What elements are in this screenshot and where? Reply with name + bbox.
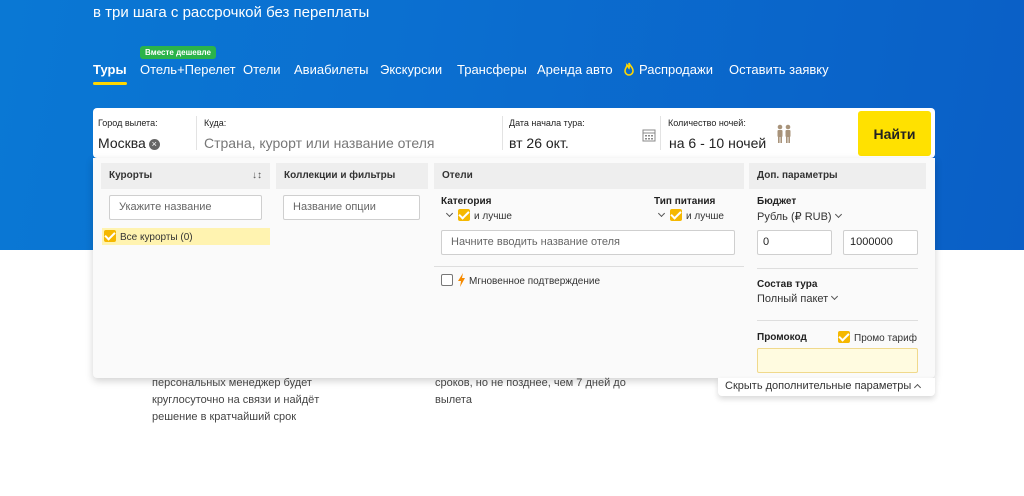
lightning-icon	[458, 273, 465, 287]
divider	[434, 266, 744, 267]
filters-panel: Курорты ↓↕ Укажите название Все курорты …	[93, 158, 935, 378]
tour-composition-label: Состав тура	[757, 279, 818, 290]
hide-extra-params-button[interactable]: Скрыть дополнительные параметры	[718, 378, 935, 396]
feature-text-right: сроков, но не позднее, чем 7 дней до выл…	[435, 375, 626, 409]
tab-sales[interactable]: Распродажи	[623, 62, 713, 77]
collections-header: Коллекции и фильтры	[276, 163, 428, 189]
feature-text-left: персональных менеджер будет круглосуточн…	[152, 375, 319, 426]
checkbox-checked-icon[interactable]	[838, 331, 850, 343]
hotel-name-input[interactable]: Начните вводить название отеля	[441, 230, 735, 255]
chevron-down-icon	[657, 209, 666, 218]
text-line: вылета	[435, 394, 472, 406]
category-selector[interactable]: и лучше	[445, 209, 512, 222]
resorts-header: Курорты ↓↕	[101, 163, 270, 189]
resorts-title: Курорты	[109, 170, 153, 181]
currency-selector[interactable]: Рубль (₽ RUB)	[757, 210, 842, 223]
tab-transfers[interactable]: Трансферы	[457, 62, 527, 77]
divider	[502, 116, 503, 150]
departure-city-value: Москва ×	[98, 135, 160, 151]
tab-car-rental[interactable]: Аренда авто	[537, 62, 613, 77]
travelers-icon[interactable]	[775, 124, 793, 144]
start-date-label: Дата начала тура:	[509, 118, 585, 128]
nights-field[interactable]: Количество ночей: на 6 - 10 ночей	[663, 108, 843, 158]
departure-city-label: Город вылета:	[98, 118, 158, 128]
chevron-up-icon	[914, 383, 922, 392]
destination-input[interactable]: Страна, курорт или название отеля	[204, 135, 434, 151]
chevron-down-icon	[834, 210, 842, 219]
instant-confirmation-label: Мгновенное подтверждение	[469, 276, 601, 287]
text-line: сроков, но не позднее, чем 7 дней до	[435, 377, 626, 389]
promo-code-label: Промокод	[757, 332, 807, 343]
text-line: решение в кратчайший срок	[152, 411, 297, 423]
departure-city-text: Москва	[98, 135, 146, 151]
hero-tagline: в три шага с рассрочкой без переплаты	[93, 4, 370, 21]
tab-leave-request[interactable]: Оставить заявку	[729, 62, 829, 77]
tab-hotels[interactable]: Отели	[243, 62, 281, 77]
together-cheaper-badge: Вместе дешевле	[140, 46, 216, 59]
divider	[757, 268, 918, 269]
text-line: круглосуточно на связи и найдёт	[152, 394, 320, 406]
budget-label: Бюджет	[757, 196, 797, 207]
departure-city-field[interactable]: Город вылета: Москва ×	[93, 108, 193, 158]
all-resorts-option: Все курорты (0)	[104, 230, 193, 243]
category-label: Категория	[441, 196, 492, 207]
checkbox-empty-icon[interactable]	[441, 274, 453, 286]
instant-confirmation-option[interactable]: Мгновенное подтверждение	[441, 273, 600, 287]
text-line: персональных менеджер будет	[152, 377, 312, 389]
hotels-header: Отели	[434, 163, 744, 189]
nights-value: на 6 - 10 ночей	[669, 135, 767, 151]
promo-code-input[interactable]	[757, 348, 918, 373]
option-search-input[interactable]: Название опции	[283, 195, 420, 220]
calendar-icon	[642, 129, 656, 142]
nights-label: Количество ночей:	[668, 118, 746, 128]
tour-composition-selector[interactable]: Полный пакет	[757, 292, 839, 305]
destination-label: Куда:	[204, 118, 227, 128]
budget-min-input[interactable]: 0	[757, 230, 832, 255]
extra-params-header: Доп. параметры	[749, 163, 926, 189]
divider	[660, 116, 661, 150]
fire-icon	[624, 62, 634, 76]
promo-tariff-label: Промо тариф	[854, 333, 917, 344]
resort-search-input[interactable]: Укажите название	[109, 195, 262, 220]
destination-field[interactable]: Куда: Страна, курорт или название отеля	[198, 108, 498, 158]
tab-hotel-flight[interactable]: Отель+Перелет	[140, 62, 236, 77]
tour-composition-value: Полный пакет	[757, 293, 829, 305]
start-date-field[interactable]: Дата начала тура: вт 26 окт.	[504, 108, 659, 158]
promo-tariff-option[interactable]: Промо тариф	[838, 331, 917, 344]
all-resorts-label: Все курорты (0)	[120, 232, 193, 243]
chevron-down-icon	[831, 292, 839, 301]
clear-icon[interactable]: ×	[148, 139, 160, 150]
meal-type-label: Тип питания	[654, 196, 716, 207]
tab-flights[interactable]: Авиабилеты	[294, 62, 368, 77]
divider	[196, 116, 197, 150]
sort-icon[interactable]: ↓↕	[252, 163, 262, 189]
hide-extra-params-label: Скрыть дополнительные параметры	[725, 380, 912, 392]
checkbox-checked-icon[interactable]	[104, 230, 116, 242]
checkbox-checked-icon[interactable]	[670, 209, 682, 221]
currency-value: Рубль (₽ RUB)	[757, 211, 832, 223]
tab-sales-label: Распродажи	[639, 62, 713, 77]
meal-better-label: и лучше	[686, 211, 724, 222]
all-resorts-row[interactable]: Все курорты (0)	[102, 228, 270, 245]
divider	[757, 320, 918, 321]
tab-excursions[interactable]: Экскурсии	[380, 62, 442, 77]
checkbox-checked-icon[interactable]	[458, 209, 470, 221]
budget-max-input[interactable]: 1000000	[843, 230, 918, 255]
meal-type-selector[interactable]: и лучше	[657, 209, 724, 222]
search-bar: Город вылета: Москва × Куда: Страна, куро…	[93, 108, 935, 158]
find-button[interactable]: Найти	[858, 111, 931, 156]
category-better-label: и лучше	[474, 211, 512, 222]
chevron-down-icon	[445, 209, 454, 218]
start-date-value: вт 26 окт.	[509, 135, 569, 151]
tab-tours[interactable]: Туры	[93, 62, 127, 85]
